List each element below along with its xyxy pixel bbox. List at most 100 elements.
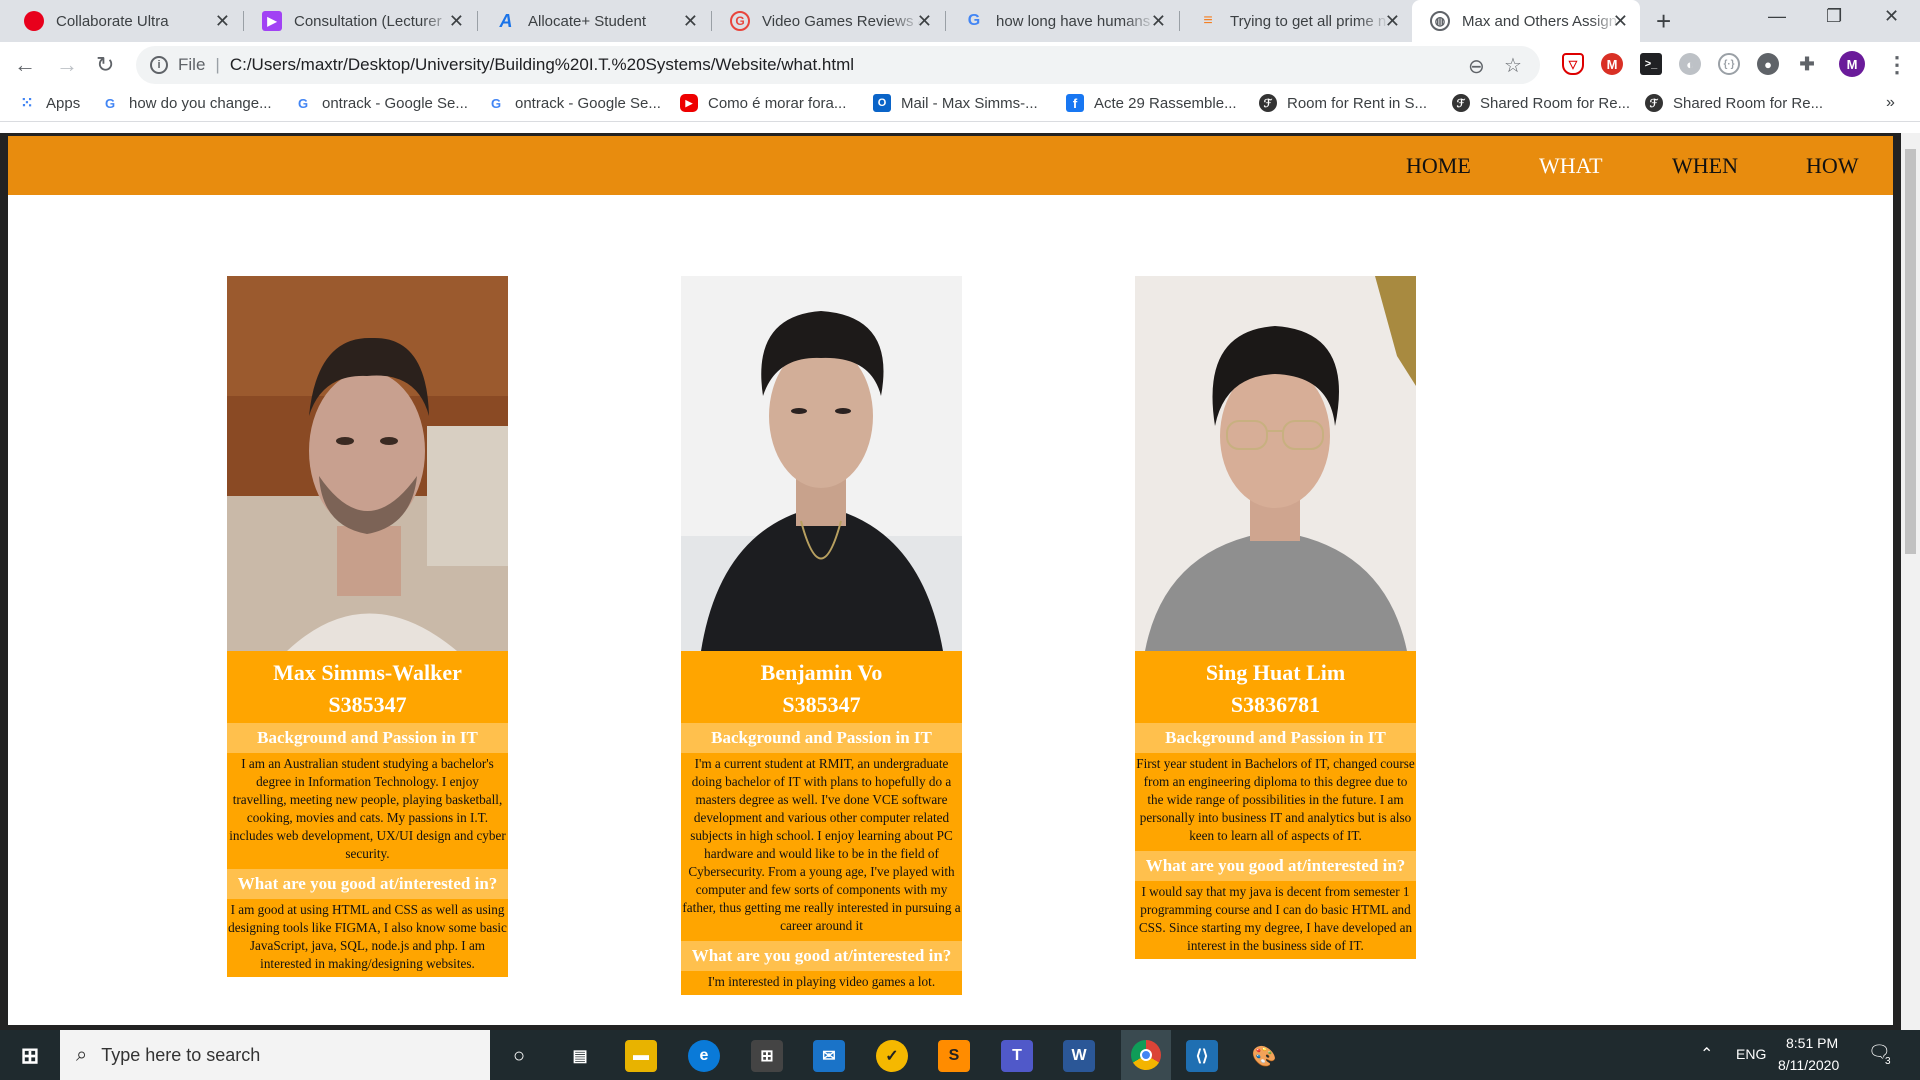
vscode-icon[interactable]: ⟨⟩ [1186,1040,1218,1072]
paint-icon[interactable]: 🎨 [1248,1040,1280,1072]
mail-icon[interactable]: ✉ [813,1040,845,1072]
site-main: Max Simms-Walker S385347 Background and … [8,195,1893,1025]
member-student-id: S385347 [782,692,861,717]
extensions-puzzle-icon[interactable]: ✚ [1796,53,1818,75]
background-text: I am an Australian student studying a ba… [229,756,506,861]
bookmark-item[interactable]: G ontrack - Google Se... [294,94,468,112]
nav-link-home[interactable]: HOME [1406,153,1471,179]
word-icon[interactable]: W [1063,1040,1095,1072]
apps-grid-icon: ⁙ [20,95,34,112]
interests-text: I'm interested in playing video games a … [707,974,936,989]
member-card: Benjamin Vo S385347 Background and Passi… [681,276,962,995]
close-tab-icon[interactable]: ✕ [683,11,698,32]
ublock-extension-icon[interactable]: ▽ [1562,53,1584,75]
back-arrow-icon[interactable]: ← [14,52,36,78]
bookmark-item[interactable]: ℱ Shared Room for Re... [1645,94,1823,112]
close-tab-icon[interactable]: ✕ [215,11,230,32]
interests-text: I would say that my java is decent from … [1138,884,1413,953]
bookmark-item[interactable]: G ontrack - Google Se... [487,94,661,112]
clock-time[interactable]: 8:51 PM [1786,1035,1838,1051]
browser-tab[interactable]: ▶ Consultation (Lecturer ✕ [244,0,476,42]
extension-circle-icon[interactable]: ◐ [1679,53,1701,75]
bookmark-item[interactable]: O Mail - Max Simms-... [873,94,1038,112]
url-text[interactable]: C:/Users/maxtr/Desktop/University/Buildi… [230,55,854,75]
nav-link-when[interactable]: WHEN [1672,153,1738,179]
interests-heading: What are you good at/interested in? [681,941,962,971]
mcafee-extension-icon[interactable]: M [1601,53,1623,75]
bookmark-star-icon[interactable]: ☆ [1504,53,1522,78]
close-tab-icon[interactable]: ✕ [917,11,932,32]
bookmark-item[interactable]: f Acte 29 Rassemble... [1066,94,1237,112]
edge-icon[interactable]: e [688,1040,720,1072]
member-student-id: S3836781 [1230,692,1321,717]
member-name: Benjamin Vo [760,660,883,685]
close-tab-icon[interactable]: ✕ [1151,11,1166,32]
browser-tab[interactable]: G how long have humans ✕ [946,0,1178,42]
more-bookmarks-chevron-icon[interactable]: » [1886,94,1895,112]
bookmark-item[interactable]: ▶ Como é morar fora... [680,94,846,112]
extension-sphere-icon[interactable]: ● [1757,53,1779,75]
forward-arrow-icon[interactable]: → [56,52,78,78]
browser-tab[interactable]: G Video Games Reviews & ✕ [712,0,944,42]
tab-title: how long have humans [996,12,1151,30]
profile-avatar[interactable]: M [1839,51,1865,77]
sublime-icon[interactable]: S [938,1040,970,1072]
new-tab-plus-icon[interactable]: + [1656,6,1671,37]
close-window-icon[interactable]: ✕ [1884,6,1899,27]
terminal-extension-icon[interactable]: >_ [1640,53,1662,75]
close-tab-icon[interactable]: ✕ [1613,11,1628,32]
chrome-taskbar-active[interactable] [1121,1030,1171,1080]
restore-icon[interactable]: ❐ [1826,6,1842,27]
stackoverflow-favicon-icon: ≡ [1203,12,1213,29]
task-view-icon[interactable]: ▤ [564,1040,596,1072]
page-scrollbar[interactable] [1901,133,1920,1030]
bookmark-item[interactable]: ℱ Room for Rent in S... [1259,94,1427,112]
member-card: Sing Huat Lim S3836781 Background and Pa… [1135,276,1416,959]
tray-chevron-up-icon[interactable]: ⌃ [1700,1044,1713,1064]
address-bar[interactable]: i File | C:/Users/maxtr/Desktop/Universi… [136,46,1540,84]
search-icon: ⌕ [76,1043,88,1066]
browser-tab[interactable]: ≡ Trying to get all prime n ✕ [1180,0,1412,42]
gamespot-favicon-icon: G [730,11,750,31]
clock-date[interactable]: 8/11/2020 [1778,1057,1839,1073]
browser-tab-active[interactable]: ◍ Max and Others Assign ✕ [1412,0,1640,42]
cortana-icon[interactable]: ○ [503,1040,535,1072]
background-heading: Background and Passion in IT [227,723,508,753]
notification-count-badge: 3 [1882,1056,1894,1067]
bookmark-item[interactable]: ℱ Shared Room for Re... [1452,94,1630,112]
minimize-icon[interactable]: — [1768,6,1786,27]
input-language[interactable]: ENG [1736,1046,1766,1062]
flatmates-icon: ℱ [1259,94,1277,112]
bookmark-label: Room for Rent in S... [1287,94,1428,112]
nav-link-what[interactable]: WHAT [1539,153,1603,179]
taskbar-search[interactable]: ⌕ Type here to search [60,1030,490,1080]
member-name: Sing Huat Lim [1205,660,1346,685]
google-icon: G [490,95,502,111]
close-tab-icon[interactable]: ✕ [449,11,464,32]
bookmark-label: Shared Room for Re... [1480,94,1631,112]
store-icon[interactable]: ⊞ [751,1040,783,1072]
bookmark-item[interactable]: G how do you change... [101,94,272,112]
browser-tab-strip: Collaborate Ultra ✕ ▶ Consultation (Lect… [0,0,1920,42]
nav-link-how[interactable]: HOW [1806,153,1859,179]
scrollbar-thumb[interactable] [1905,149,1916,554]
flatmates-icon: ℱ [1645,94,1663,112]
teams-icon[interactable]: T [1001,1040,1033,1072]
globe-favicon-icon: ◍ [1430,11,1450,31]
interests-text: I am good at using HTML and CSS as well … [228,902,507,971]
norton-icon[interactable]: ✓ [876,1040,908,1072]
zoom-icon[interactable]: ⊖ [1468,54,1485,79]
windows-start-icon[interactable]: ⊞ [14,1040,46,1072]
site-info-icon[interactable]: i [150,56,168,74]
browser-tab[interactable]: A Allocate+ Student ✕ [478,0,710,42]
browser-tab[interactable]: Collaborate Ultra ✕ [6,0,242,42]
close-tab-icon[interactable]: ✕ [1385,11,1400,32]
browser-menu-icon[interactable]: ⋮ [1886,52,1908,78]
reload-icon[interactable]: ↻ [96,52,114,78]
member-photo [1135,276,1416,651]
site-header: HOME WHAT WHEN HOW [8,136,1893,195]
extension-bracket-icon[interactable]: {·} [1718,53,1740,75]
file-explorer-icon[interactable]: ▬ [625,1040,657,1072]
bookmark-apps[interactable]: ⁙ Apps [18,94,80,113]
member-photo [681,276,962,651]
